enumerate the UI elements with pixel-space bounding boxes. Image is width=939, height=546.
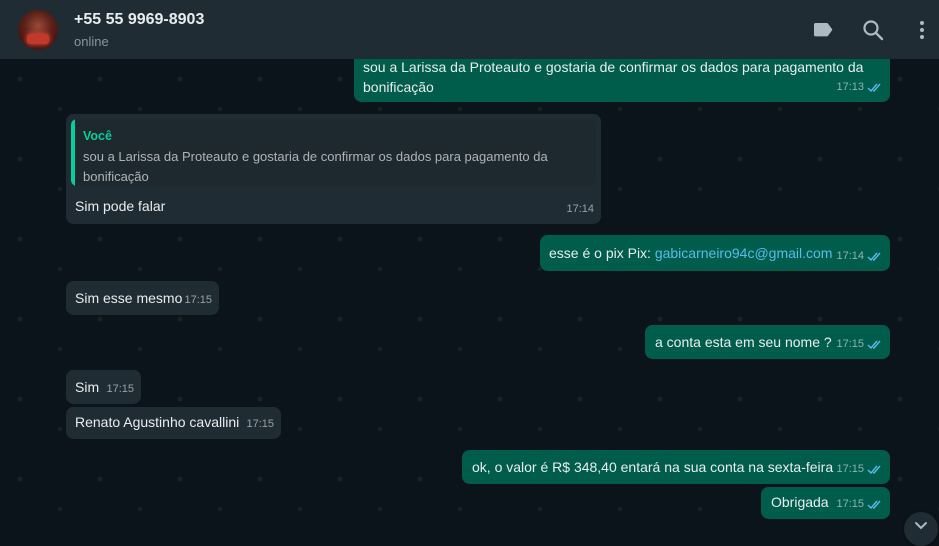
message-time: 17:15 <box>106 383 134 395</box>
search-icon[interactable] <box>861 18 885 42</box>
read-ticks-icon <box>867 464 883 475</box>
quote-accent-bar <box>71 119 75 186</box>
scroll-to-bottom-button[interactable] <box>904 512 938 546</box>
read-ticks-icon <box>867 499 883 510</box>
message-outgoing[interactable]: sou a Larissa da Proteauto e gostaria de… <box>354 59 890 102</box>
contact-status: online <box>74 34 109 49</box>
message-incoming[interactable]: Sim 17:15 <box>66 370 141 404</box>
quote-text: bonificação <box>83 168 149 184</box>
read-ticks-icon <box>867 339 883 350</box>
message-time: 17:15 <box>836 463 864 475</box>
message-list[interactable]: sou a Larissa da Proteauto e gostaria de… <box>0 59 939 532</box>
message-time: 17:15 <box>836 338 864 350</box>
message-outgoing[interactable]: Obrigada 17:15 <box>761 487 890 519</box>
message-text: a conta esta em seu nome ? <box>655 334 832 350</box>
message-text: Sim esse mesmo <box>75 290 183 306</box>
message-time: 17:13 <box>836 81 864 93</box>
message-text: Sim <box>75 379 100 395</box>
message-text: sou a Larissa da Proteauto e gostaria de… <box>363 59 864 75</box>
message-time: 17:14 <box>566 203 594 215</box>
contact-avatar[interactable] <box>18 10 58 50</box>
message-time: 17:15 <box>836 498 864 510</box>
message-outgoing[interactable]: a conta esta em seu nome ? 17:15 <box>645 325 890 359</box>
menu-icon[interactable] <box>910 18 934 42</box>
quote-text: sou a Larissa da Proteauto e gostaria de… <box>83 149 548 164</box>
quote-author: Você <box>83 129 112 143</box>
message-text: Obrigada <box>771 494 829 510</box>
message-time: 17:15 <box>184 294 212 306</box>
message-incoming[interactable]: Renato Agustinho cavallini 17:15 <box>66 407 281 439</box>
message-text: Sim pode falar <box>75 198 166 214</box>
message-text: bonificação <box>363 78 434 95</box>
label-icon[interactable] <box>811 18 835 42</box>
message-outgoing[interactable]: esse é o pix Pix: gabicarneiro94c@gmail.… <box>540 235 890 271</box>
message-incoming[interactable]: Sim esse mesmo 17:15 <box>66 281 219 315</box>
message-text: Renato Agustinho cavallini <box>75 414 240 430</box>
message-incoming-reply[interactable]: Você sou a Larissa da Proteauto e gostar… <box>66 114 601 224</box>
email-link[interactable]: gabicarneiro94c@gmail.com <box>655 245 833 261</box>
read-ticks-icon <box>867 251 883 262</box>
read-ticks-icon <box>867 82 883 93</box>
contact-name[interactable]: +55 55 9969-8903 <box>74 11 204 29</box>
quoted-message[interactable]: Você sou a Larissa da Proteauto e gostar… <box>71 119 596 186</box>
message-time: 17:15 <box>246 418 274 430</box>
chat-header: +55 55 9969-8903 online <box>0 0 939 59</box>
message-text: ok, o valor é R$ 348,40 entará na sua co… <box>472 459 834 475</box>
message-outgoing[interactable]: ok, o valor é R$ 348,40 entará na sua co… <box>462 450 890 484</box>
message-text: esse é o pix Pix: <box>549 245 655 261</box>
message-time: 17:14 <box>836 250 864 262</box>
